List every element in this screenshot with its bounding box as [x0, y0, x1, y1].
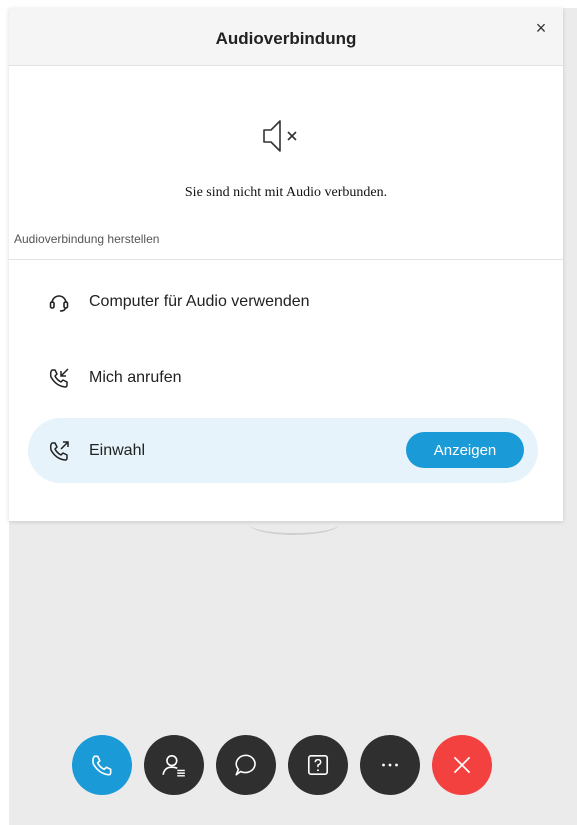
more-icon — [382, 763, 398, 767]
more-button[interactable] — [360, 735, 420, 795]
participants-icon — [162, 754, 185, 777]
chat-icon — [235, 754, 256, 776]
dialog-title: Audioverbindung — [215, 29, 357, 48]
section-label: Audioverbindung herstellen — [14, 232, 160, 246]
status-text: Sie sind nicht mit Audio verbunden. — [184, 185, 388, 200]
question-icon — [307, 754, 329, 776]
close-button[interactable]: × — [531, 18, 551, 38]
option-call-me[interactable]: Mich anrufen — [28, 346, 538, 410]
option-label: Mich anrufen — [89, 369, 182, 386]
option-label: Computer für Audio verwenden — [89, 293, 310, 310]
speaker-muted-icon — [263, 120, 297, 152]
dialog-header: Audioverbindung × — [9, 8, 563, 66]
chat-button[interactable] — [216, 735, 276, 795]
participants-button[interactable] — [144, 735, 204, 795]
show-button[interactable]: Anzeigen — [406, 432, 524, 468]
incoming-call-icon — [49, 368, 69, 388]
divider — [9, 259, 563, 260]
audio-button[interactable] — [72, 735, 132, 795]
leave-button[interactable] — [432, 735, 492, 795]
option-dial-in[interactable]: Einwahl Anzeigen — [28, 418, 538, 483]
audio-status: Sie sind nicht mit Audio verbunden. — [9, 66, 563, 228]
outgoing-call-icon — [49, 440, 69, 461]
headset-icon — [49, 295, 69, 312]
qa-button[interactable] — [288, 735, 348, 795]
audio-connection-dialog: Audioverbindung × Sie sind nicht mit Aud… — [9, 8, 563, 521]
control-bar — [72, 735, 492, 795]
option-label: Einwahl — [89, 441, 146, 459]
option-computer-audio[interactable]: Computer für Audio verwenden — [28, 270, 538, 334]
phone-icon — [92, 755, 112, 776]
leave-icon — [453, 756, 471, 774]
